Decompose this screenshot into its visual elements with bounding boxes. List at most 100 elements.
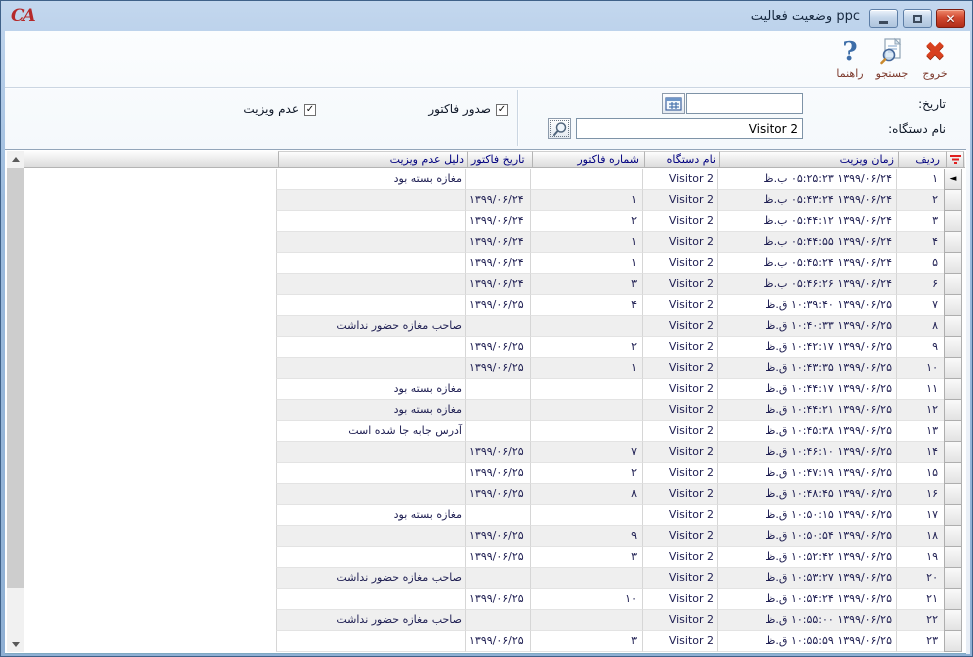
table-row[interactable]: ۲۱۱۳۹۹/۰۶/۲۵ ۱۰:۵۴:۲۴ ق.ظVisitor 2۱۰۱۳۹۹… bbox=[276, 589, 962, 610]
grid-cell-invoice_no[interactable]: ۹ bbox=[530, 526, 642, 547]
grid-cell-reason[interactable] bbox=[276, 274, 465, 295]
grid-cell-invoice_no[interactable] bbox=[530, 421, 642, 442]
grid-cell-invoice_no[interactable]: ۲ bbox=[530, 211, 642, 232]
grid-cell-visit_time[interactable]: ۱۳۹۹/۰۶/۲۴ ۰۵:۴۴:۱۲ ب.ظ bbox=[717, 211, 896, 232]
table-row[interactable]: ۶۱۳۹۹/۰۶/۲۴ ۰۵:۴۶:۲۶ ب.ظVisitor 2۳۱۳۹۹/۰… bbox=[276, 274, 962, 295]
grid-cell-invoice_date[interactable]: ۱۳۹۹/۰۶/۲۵ bbox=[465, 484, 530, 505]
no-visit-checkbox[interactable]: ✓ bbox=[304, 104, 316, 116]
grid-cell-device[interactable]: Visitor 2 bbox=[642, 379, 717, 400]
grid-cell-invoice_date[interactable]: ۱۳۹۹/۰۶/۲۵ bbox=[465, 526, 530, 547]
grid-cell-row[interactable]: ۴ bbox=[896, 232, 944, 253]
grid-cell-visit_time[interactable]: ۱۳۹۹/۰۶/۲۵ ۱۰:۵۵:۵۹ ق.ظ bbox=[717, 631, 896, 652]
grid-cell-invoice_date[interactable] bbox=[465, 316, 530, 337]
row-indicator-cell[interactable] bbox=[944, 358, 962, 379]
grid-cell-row[interactable]: ۱۱ bbox=[896, 379, 944, 400]
grid-cell-reason[interactable]: صاحب مغازه حضور نداشت bbox=[276, 610, 465, 631]
grid-cell-invoice_no[interactable]: ۲ bbox=[530, 337, 642, 358]
grid-cell-device[interactable]: Visitor 2 bbox=[642, 358, 717, 379]
device-name-input[interactable] bbox=[576, 118, 803, 139]
grid-cell-visit_time[interactable]: ۱۳۹۹/۰۶/۲۵ ۱۰:۵۰:۱۵ ق.ظ bbox=[717, 505, 896, 526]
grid-cell-visit_time[interactable]: ۱۳۹۹/۰۶/۲۵ ۱۰:۴۶:۱۰ ق.ظ bbox=[717, 442, 896, 463]
grid-cell-device[interactable]: Visitor 2 bbox=[642, 442, 717, 463]
table-row[interactable]: ۷۱۳۹۹/۰۶/۲۵ ۱۰:۳۹:۴۰ ق.ظVisitor 2۴۱۳۹۹/۰… bbox=[276, 295, 962, 316]
table-row[interactable]: ۸۱۳۹۹/۰۶/۲۵ ۱۰:۴۰:۳۳ ق.ظVisitor 2صاحب مغ… bbox=[276, 316, 962, 337]
grid-cell-reason[interactable] bbox=[276, 211, 465, 232]
grid-cell-invoice_date[interactable]: ۱۳۹۹/۰۶/۲۵ bbox=[465, 589, 530, 610]
row-indicator-cell[interactable] bbox=[944, 484, 962, 505]
grid-cell-row[interactable]: ۱۷ bbox=[896, 505, 944, 526]
grid-cell-invoice_no[interactable] bbox=[530, 568, 642, 589]
grid-cell-visit_time[interactable]: ۱۳۹۹/۰۶/۲۵ ۱۰:۵۵:۰۰ ق.ظ bbox=[717, 610, 896, 631]
grid-cell-device[interactable]: Visitor 2 bbox=[642, 463, 717, 484]
row-indicator-cell[interactable] bbox=[944, 190, 962, 211]
grid-cell-visit_time[interactable]: ۱۳۹۹/۰۶/۲۵ ۱۰:۴۴:۲۱ ق.ظ bbox=[717, 400, 896, 421]
grid-cell-visit_time[interactable]: ۱۳۹۹/۰۶/۲۵ ۱۰:۵۲:۴۲ ق.ظ bbox=[717, 547, 896, 568]
row-indicator-cell[interactable] bbox=[944, 463, 962, 484]
grid-cell-device[interactable]: Visitor 2 bbox=[642, 484, 717, 505]
grid-cell-invoice_date[interactable]: ۱۳۹۹/۰۶/۲۵ bbox=[465, 295, 530, 316]
row-indicator-cell[interactable] bbox=[944, 274, 962, 295]
grid-cell-visit_time[interactable]: ۱۳۹۹/۰۶/۲۵ ۱۰:۵۳:۲۷ ق.ظ bbox=[717, 568, 896, 589]
row-indicator-cell[interactable] bbox=[944, 316, 962, 337]
filter-header-cell[interactable] bbox=[946, 151, 964, 168]
table-row[interactable]: ۵۱۳۹۹/۰۶/۲۴ ۰۵:۴۵:۲۴ ب.ظVisitor 2۱۱۳۹۹/۰… bbox=[276, 253, 962, 274]
grid-cell-invoice_no[interactable]: ۴ bbox=[530, 295, 642, 316]
grid-cell-visit_time[interactable]: ۱۳۹۹/۰۶/۲۵ ۱۰:۴۵:۳۸ ق.ظ bbox=[717, 421, 896, 442]
grid-cell-visit_time[interactable]: ۱۳۹۹/۰۶/۲۴ ۰۵:۴۶:۲۶ ب.ظ bbox=[717, 274, 896, 295]
grid-cell-visit_time[interactable]: ۱۳۹۹/۰۶/۲۴ ۰۵:۴۵:۲۴ ب.ظ bbox=[717, 253, 896, 274]
grid-cell-device[interactable]: Visitor 2 bbox=[642, 295, 717, 316]
grid-cell-invoice_no[interactable]: ۸ bbox=[530, 484, 642, 505]
table-row[interactable]: ۱۷۱۳۹۹/۰۶/۲۵ ۱۰:۵۰:۱۵ ق.ظVisitor 2مغازه … bbox=[276, 505, 962, 526]
grid-cell-device[interactable]: Visitor 2 bbox=[642, 589, 717, 610]
grid-cell-invoice_date[interactable] bbox=[465, 568, 530, 589]
grid-cell-reason[interactable] bbox=[276, 295, 465, 316]
grid-cell-row[interactable]: ۱۶ bbox=[896, 484, 944, 505]
row-indicator-cell[interactable] bbox=[944, 631, 962, 652]
table-row[interactable]: ۱۸۱۳۹۹/۰۶/۲۵ ۱۰:۵۰:۵۴ ق.ظVisitor 2۹۱۳۹۹/… bbox=[276, 526, 962, 547]
grid-cell-reason[interactable] bbox=[276, 463, 465, 484]
grid-cell-row[interactable]: ۷ bbox=[896, 295, 944, 316]
column-header-row[interactable]: ردیف bbox=[898, 151, 946, 168]
grid-cell-visit_time[interactable]: ۱۳۹۹/۰۶/۲۵ ۱۰:۴۷:۱۹ ق.ظ bbox=[717, 463, 896, 484]
table-row[interactable]: ۲۳۱۳۹۹/۰۶/۲۵ ۱۰:۵۵:۵۹ ق.ظVisitor 2۳۱۳۹۹/… bbox=[276, 631, 962, 652]
grid-cell-invoice_no[interactable]: ۱۰ bbox=[530, 589, 642, 610]
grid-cell-invoice_no[interactable]: ۱ bbox=[530, 190, 642, 211]
grid-cell-row[interactable]: ۱۹ bbox=[896, 547, 944, 568]
grid-cell-invoice_date[interactable]: ۱۳۹۹/۰۶/۲۴ bbox=[465, 232, 530, 253]
row-indicator-cell[interactable] bbox=[944, 610, 962, 631]
grid-cell-device[interactable]: Visitor 2 bbox=[642, 568, 717, 589]
grid-cell-device[interactable]: Visitor 2 bbox=[642, 610, 717, 631]
grid-cell-visit_time[interactable]: ۱۳۹۹/۰۶/۲۴ ۰۵:۴۳:۲۴ ب.ظ bbox=[717, 190, 896, 211]
row-indicator-cell[interactable] bbox=[944, 379, 962, 400]
grid-cell-reason[interactable] bbox=[276, 358, 465, 379]
column-header-device[interactable]: نام دستگاه bbox=[644, 151, 719, 168]
grid-cell-reason[interactable]: مغازه بسته بود bbox=[276, 379, 465, 400]
row-indicator-cell[interactable] bbox=[944, 400, 962, 421]
row-indicator-cell[interactable] bbox=[944, 211, 962, 232]
column-header-visit_time[interactable]: زمان ویزیت bbox=[719, 151, 898, 168]
grid-cell-invoice_no[interactable] bbox=[530, 610, 642, 631]
grid-cell-invoice_date[interactable] bbox=[465, 400, 530, 421]
grid-cell-device[interactable]: Visitor 2 bbox=[642, 421, 717, 442]
grid-cell-row[interactable]: ۱۵ bbox=[896, 463, 944, 484]
grid-cell-row[interactable]: ۱۴ bbox=[896, 442, 944, 463]
grid-cell-reason[interactable] bbox=[276, 253, 465, 274]
grid-cell-invoice_date[interactable]: ۱۳۹۹/۰۶/۲۵ bbox=[465, 337, 530, 358]
table-row[interactable]: ۱۱۱۳۹۹/۰۶/۲۵ ۱۰:۴۴:۱۷ ق.ظVisitor 2مغازه … bbox=[276, 379, 962, 400]
grid-cell-reason[interactable] bbox=[276, 631, 465, 652]
grid-cell-row[interactable]: ۹ bbox=[896, 337, 944, 358]
grid-cell-invoice_date[interactable] bbox=[465, 421, 530, 442]
row-indicator-cell[interactable] bbox=[944, 568, 962, 589]
grid-cell-visit_time[interactable]: ۱۳۹۹/۰۶/۲۵ ۱۰:۳۹:۴۰ ق.ظ bbox=[717, 295, 896, 316]
grid-cell-reason[interactable]: صاحب مغازه حضور نداشت bbox=[276, 568, 465, 589]
grid-cell-invoice_date[interactable] bbox=[465, 610, 530, 631]
table-row[interactable]: ۱۵۱۳۹۹/۰۶/۲۵ ۱۰:۴۷:۱۹ ق.ظVisitor 2۲۱۳۹۹/… bbox=[276, 463, 962, 484]
grid-cell-invoice_date[interactable] bbox=[465, 169, 530, 190]
scrollbar-thumb[interactable] bbox=[7, 168, 24, 588]
grid-cell-invoice_no[interactable]: ۱ bbox=[530, 358, 642, 379]
grid-cell-invoice_no[interactable]: ۳ bbox=[530, 274, 642, 295]
grid-cell-reason[interactable] bbox=[276, 589, 465, 610]
calendar-picker-button[interactable] bbox=[662, 93, 685, 114]
grid-cell-device[interactable]: Visitor 2 bbox=[642, 169, 717, 190]
grid-cell-reason[interactable]: آدرس جابه جا شده است bbox=[276, 421, 465, 442]
